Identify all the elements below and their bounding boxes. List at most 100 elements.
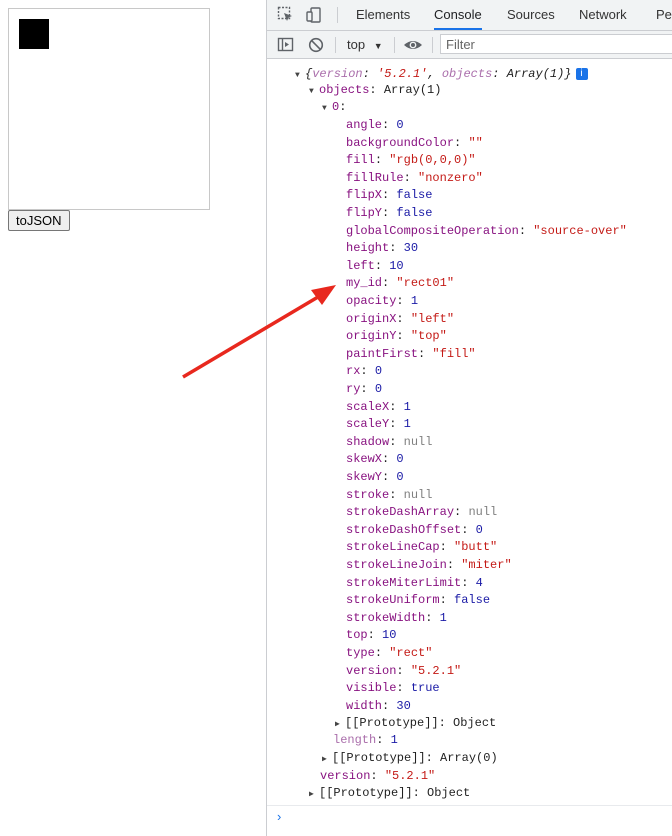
property-key: width: [346, 698, 383, 713]
property-key: height: [346, 241, 390, 256]
property-key: top: [346, 628, 368, 643]
property-key: backgroundColor: [346, 135, 455, 150]
property-value: "rgb(0,0,0)": [389, 153, 476, 168]
property-value: 0: [396, 470, 404, 484]
clear-console-icon[interactable]: [307, 36, 325, 54]
property-row: visible: true: [346, 681, 440, 696]
array-prototype-row[interactable]: ▶ [[Prototype]]: Array(0): [322, 750, 498, 767]
objects-array-row[interactable]: ▼ objects: Array(1): [309, 82, 441, 99]
context-selector[interactable]: top ▼: [347, 31, 383, 58]
property-value: 0: [396, 118, 404, 132]
property-row: angle: 0: [346, 118, 404, 132]
property-row: scaleX: 1: [346, 399, 411, 414]
inspect-element-icon[interactable]: [277, 6, 295, 24]
tabbar-divider: [337, 7, 338, 23]
property-row: strokeLineCap: "butt": [346, 540, 498, 555]
toolbar-divider: [335, 37, 336, 53]
property-value: 30: [396, 698, 411, 713]
fabric-canvas[interactable]: [8, 8, 210, 210]
property-value: null: [468, 505, 498, 520]
outer-prototype-row[interactable]: ▶ [[Prototype]]: Object: [309, 785, 470, 802]
property-key: angle: [346, 118, 383, 132]
console-prompt[interactable]: ›: [267, 805, 672, 836]
property-row: version: "5.2.1": [346, 663, 462, 678]
property-key: fillRule: [346, 170, 404, 185]
property-row: fillRule: "nonzero": [346, 170, 483, 185]
property-key: flipY: [346, 206, 383, 220]
property-row: rx: 0: [346, 364, 383, 379]
property-row: globalCompositeOperation: "source-over": [346, 223, 627, 238]
tab-elements[interactable]: Elements: [356, 0, 410, 30]
collapsed-triangle-icon[interactable]: ▶: [309, 786, 319, 803]
property-row: strokeMiterLimit: 4: [346, 575, 483, 590]
devtools-panel: Elements Console Sources Network Per top…: [266, 0, 672, 836]
toolbar-divider: [394, 37, 395, 53]
property-key: originX: [346, 311, 397, 326]
collapsed-triangle-icon[interactable]: ▶: [322, 751, 332, 768]
property-key: stroke: [346, 487, 390, 502]
property-row: scaleY: 1: [346, 417, 411, 432]
console-output: ▼ {version: '5.2.1', objects: Array(1)} i …: [267, 59, 672, 804]
device-toolbar-icon[interactable]: [305, 6, 323, 24]
property-value: false: [396, 188, 433, 203]
context-label: top: [347, 37, 366, 52]
tab-console[interactable]: Console: [434, 0, 482, 30]
expanded-triangle-icon[interactable]: ▼: [322, 100, 332, 117]
property-value: 1: [410, 294, 419, 308]
property-row: originY: "top": [346, 329, 447, 344]
property-value: "rect01": [396, 276, 455, 291]
property-value: 10: [382, 628, 397, 643]
property-key: scaleY: [346, 417, 390, 432]
black-rectangle[interactable]: [19, 19, 49, 49]
property-key: strokeMiterLimit: [346, 575, 462, 590]
property-value: "fill": [432, 346, 476, 361]
property-value: "source-over": [533, 223, 627, 238]
dropdown-triangle-icon: ▼: [373, 41, 383, 51]
property-key: fill: [346, 153, 375, 168]
property-value: 10: [389, 258, 404, 273]
property-row: skewY: 0: [346, 470, 404, 484]
property-key: type: [346, 646, 375, 660]
prompt-chevron-icon: ›: [277, 809, 282, 824]
property-key: my_id: [346, 276, 383, 291]
property-key: strokeLineJoin: [346, 558, 447, 572]
property-value: null: [403, 434, 433, 449]
property-value: "": [468, 135, 483, 150]
property-key: version: [346, 663, 397, 678]
sidebar-toggle-icon[interactable]: [277, 36, 295, 54]
property-row: paintFirst: "fill": [346, 346, 476, 361]
tab-network[interactable]: Network: [579, 0, 627, 30]
length-row: length: 1: [333, 733, 398, 747]
property-value: 1: [403, 399, 411, 414]
filter-input[interactable]: [440, 34, 672, 54]
info-icon[interactable]: i: [575, 67, 588, 80]
property-row: shadow: null: [346, 434, 433, 449]
property-value: "miter": [461, 558, 512, 572]
property-key: flipX: [346, 188, 383, 203]
property-value: "left": [410, 311, 455, 326]
property-key: shadow: [346, 434, 390, 449]
property-value: true: [410, 681, 440, 696]
console-log-entry[interactable]: ▼ {version: '5.2.1', objects: Array(1)} i: [295, 66, 588, 83]
property-row: strokeUniform: false: [346, 593, 491, 608]
property-row: flipX: false: [346, 188, 433, 203]
property-value: "nonzero": [418, 170, 483, 185]
collapsed-triangle-icon[interactable]: ▶: [335, 716, 345, 733]
array-index-row[interactable]: ▼ 0:: [322, 99, 346, 116]
property-value: 30: [403, 241, 419, 256]
property-row: flipY: false: [346, 206, 433, 220]
expanded-triangle-icon[interactable]: ▼: [309, 83, 319, 100]
live-expression-eye-icon[interactable]: [403, 36, 422, 54]
property-key: strokeDashArray: [346, 505, 455, 520]
tab-sources[interactable]: Sources: [507, 0, 555, 30]
tojson-button[interactable]: toJSON: [8, 210, 70, 231]
property-key: globalCompositeOperation: [346, 223, 519, 238]
property-value: false: [454, 593, 491, 608]
expanded-triangle-icon[interactable]: ▼: [295, 67, 305, 84]
tab-performance[interactable]: Per: [656, 0, 672, 30]
version-row: version: "5.2.1": [320, 769, 436, 783]
property-value: "5.2.1": [410, 663, 462, 678]
inner-prototype-row[interactable]: ▶ [[Prototype]]: Object: [335, 715, 496, 732]
property-key: scaleX: [346, 399, 390, 414]
property-value: 0: [374, 382, 383, 396]
